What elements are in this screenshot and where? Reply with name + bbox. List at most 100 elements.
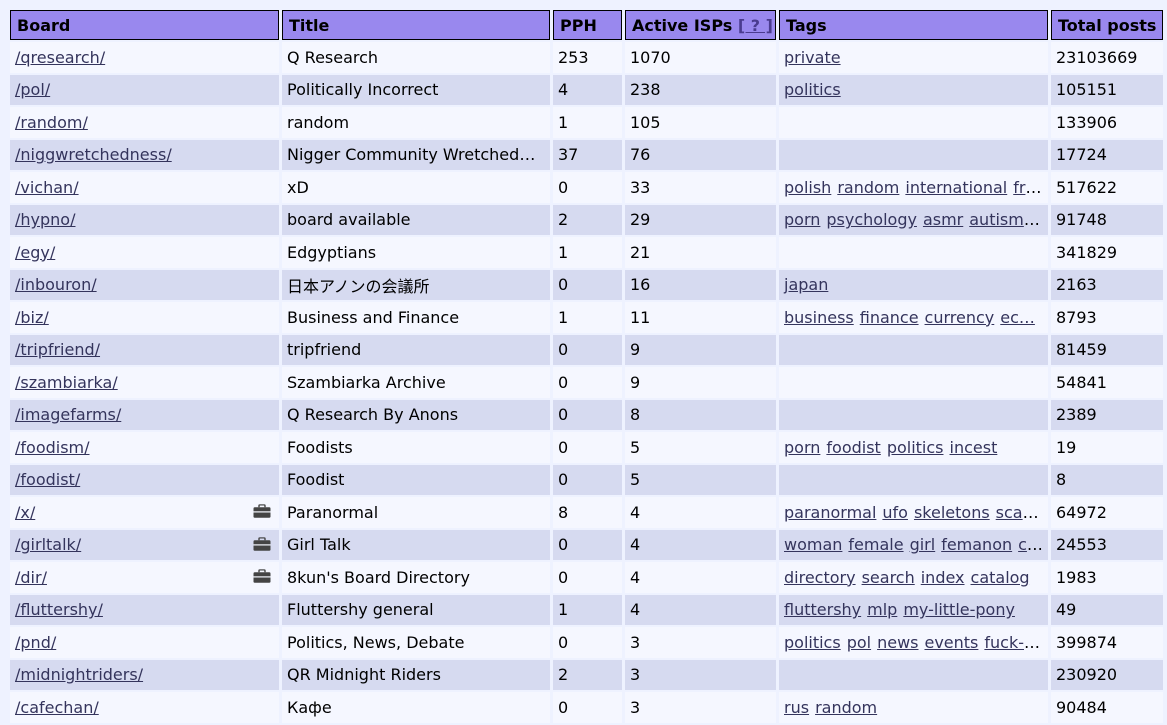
board-link[interactable]: /pol/ [15,80,50,99]
board-link[interactable]: /szambiarka/ [15,373,118,392]
tag-link[interactable]: pol [847,633,871,652]
active-isps-label: Active ISPs [632,15,733,35]
title-column-header[interactable]: Title [282,10,550,40]
board-link[interactable]: /biz/ [15,308,49,327]
table-row: /qresearch/Q Research 253 1070 private 23103… [10,42,1163,73]
isp-help-link[interactable]: [ ? ] [738,16,773,35]
tag-link[interactable]: events [924,633,978,652]
tag-link[interactable]: politics [784,80,841,99]
active-isps-cell: 105 [625,107,776,138]
board-link[interactable]: /fluttershy/ [15,600,103,619]
active-isps-column-header[interactable]: Active ISPs [ ? ] [625,10,776,40]
tag-link[interactable]: girl [910,535,936,554]
tag-link[interactable]: female [848,535,903,554]
tags-cell: fluttershy mlp my-little-pony [779,594,1048,625]
tag-link[interactable]: porn [784,210,820,229]
board-link[interactable]: /foodist/ [15,470,80,489]
tag-link[interactable]: rus [784,698,809,717]
board-link[interactable]: /x/ [15,503,35,522]
tag-link[interactable]: international [905,178,1007,197]
tag-link[interactable]: sca… [996,503,1039,522]
tag-link[interactable]: c… [1018,535,1043,554]
board-link[interactable]: /foodism/ [15,438,90,457]
total-posts-cell: 8793 [1051,302,1163,333]
tag-link[interactable]: random [815,698,877,717]
active-isps-cell: 21 [625,237,776,268]
tag-link[interactable]: finance [860,308,919,327]
board-link[interactable]: /vichan/ [15,178,79,197]
tag-link[interactable]: porn [784,438,820,457]
board-link[interactable]: /inbouron/ [15,275,97,294]
tag-link[interactable]: random [837,178,899,197]
tag-link[interactable]: ec… [1000,308,1035,327]
tag-link[interactable]: incest [950,438,998,457]
tag-link[interactable]: ufo [882,503,908,522]
tag-link[interactable]: private [784,48,841,67]
tag-link[interactable]: foodist [826,438,880,457]
tag-link[interactable]: fr… [1013,178,1041,197]
board-cell: /vichan/ [10,172,279,203]
tag-link[interactable]: paranormal [784,503,876,522]
board-cell: /pol/ [10,74,279,105]
tag-link[interactable]: psychology [826,210,917,229]
pph-cell: 2 [553,659,622,690]
tag-link[interactable]: politics [784,633,841,652]
board-cell: /tripfriend/ [10,334,279,365]
board-cell: /foodism/ [10,432,279,463]
board-link[interactable]: /dir/ [15,568,47,587]
tag-link[interactable]: woman [784,535,842,554]
board-list-table: Board Title PPH Active ISPs [ ? ] Tags T… [7,8,1166,725]
board-cell: /foodist/ [10,464,279,495]
tag-link[interactable]: politics [887,438,944,457]
tag-link[interactable]: catalog [971,568,1030,587]
pph-cell: 8 [553,497,622,528]
tags-cell: rus random [779,692,1048,723]
tag-link[interactable]: mlp [867,600,897,619]
tag-link[interactable]: directory [784,568,856,587]
tag-link[interactable]: business [784,308,854,327]
active-isps-cell: 238 [625,74,776,105]
pph-cell: 0 [553,399,622,430]
tag-link[interactable]: autism… [969,210,1040,229]
board-link[interactable]: /hypno/ [15,210,75,229]
board-link[interactable]: /tripfriend/ [15,340,100,359]
pph-column-header[interactable]: PPH [553,10,622,40]
board-title-cell: 8kun's Board Directory [282,562,550,593]
board-link[interactable]: /niggwretchedness/ [15,145,172,164]
tag-link[interactable]: fluttershy [784,600,861,619]
board-link[interactable]: /qresearch/ [15,48,105,67]
board-link[interactable]: /egy/ [15,243,55,262]
board-link[interactable]: /girltalk/ [15,535,81,554]
tags-cell: private [779,42,1048,73]
active-isps-cell: 4 [625,497,776,528]
tag-link[interactable]: skeletons [914,503,990,522]
tag-link[interactable]: femanon [941,535,1012,554]
briefcase-icon [253,569,271,584]
tags-cell: porn psychology asmr autism… [779,204,1048,235]
tag-link[interactable]: my-little-pony [903,600,1015,619]
tag-link[interactable]: news [877,633,918,652]
tags-cell: politics pol news events fuck-… [779,627,1048,658]
tag-link[interactable]: polish [784,178,831,197]
tag-link[interactable]: asmr [923,210,963,229]
board-link[interactable]: /random/ [15,113,88,132]
pph-cell: 0 [553,432,622,463]
tag-link[interactable]: index [921,568,965,587]
table-row: /cafechan/Кафе 0 3 rus random 90484 [10,692,1163,723]
tag-link[interactable]: fuck-… [984,633,1040,652]
pph-cell: 1 [553,594,622,625]
board-link[interactable]: /imagefarms/ [15,405,121,424]
total-posts-cell: 1983 [1051,562,1163,593]
board-cell: /pnd/ [10,627,279,658]
tag-link[interactable]: currency [925,308,995,327]
tag-link[interactable]: japan [784,275,828,294]
board-link[interactable]: /pnd/ [15,633,56,652]
total-posts-column-header[interactable]: Total posts [1051,10,1163,40]
tag-link[interactable]: search [862,568,915,587]
board-column-header[interactable]: Board [10,10,279,40]
board-link[interactable]: /midnightriders/ [15,665,143,684]
board-title-cell: Q Research By Anons [282,399,550,430]
total-posts-cell: 230920 [1051,659,1163,690]
board-link[interactable]: /cafechan/ [15,698,99,717]
total-posts-cell: 90484 [1051,692,1163,723]
